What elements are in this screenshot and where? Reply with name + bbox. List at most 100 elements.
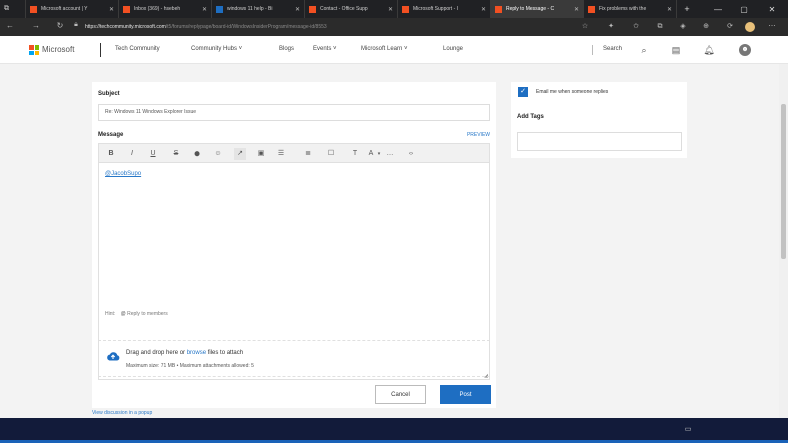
sync-icon[interactable]: ⟳ — [725, 22, 735, 32]
mention-at-icon: @ — [120, 311, 126, 317]
collections-icon[interactable]: ⧉ — [655, 22, 665, 32]
more-menu-icon[interactable]: ⋯ — [767, 22, 777, 32]
close-tab-icon[interactable]: ✕ — [481, 6, 486, 13]
attachment-dropzone[interactable]: Drag and drop here or browse files to at… — [98, 340, 490, 377]
user-avatar-icon[interactable]: ☻ — [739, 44, 751, 56]
close-tab-icon[interactable]: ✕ — [667, 6, 672, 13]
refresh-button[interactable]: ↻ — [54, 21, 66, 30]
back-button[interactable]: ← — [4, 21, 16, 30]
lock-icon: 🔒︎ — [74, 21, 78, 28]
more-options-icon[interactable]: … — [384, 148, 396, 160]
favorites-icon[interactable]: ✩ — [631, 22, 641, 32]
checkmark-icon: ✓ — [520, 88, 526, 95]
nav-blogs[interactable]: Blogs — [279, 46, 294, 52]
nav-microsoft-learn[interactable]: Microsoft Learn ˅ — [361, 46, 408, 52]
tab-favicon-icon — [123, 5, 130, 13]
tab-actions-button[interactable]: ⧉ — [0, 0, 26, 18]
tab-favicon-icon — [402, 5, 409, 13]
code-icon[interactable]: ‹› — [405, 148, 417, 160]
forward-button[interactable]: → — [30, 21, 42, 30]
browser-tab[interactable]: Microsoft Support - I ✕ — [398, 0, 491, 18]
nav-events[interactable]: Events ˅ — [313, 46, 337, 52]
email-me-label[interactable]: Email me when someone replies — [536, 89, 608, 95]
refresh-icon: ↻ — [56, 21, 64, 30]
bold-button[interactable]: B — [105, 148, 117, 160]
close-tab-icon[interactable]: ✕ — [388, 6, 393, 13]
new-tab-button[interactable]: + — [677, 0, 697, 18]
close-tab-icon[interactable]: ✕ — [574, 6, 579, 13]
close-window-button[interactable]: ✕ — [760, 0, 784, 18]
arrow-left-icon: ← — [6, 21, 14, 30]
close-tab-icon[interactable]: ✕ — [202, 6, 207, 13]
tab-favicon-icon — [216, 5, 223, 13]
drop-text-before: Drag and drop here or — [126, 350, 187, 356]
italic-button[interactable]: I — [126, 148, 138, 160]
tab-title: windows 11 help - Bi — [227, 6, 273, 12]
preview-link[interactable]: PREVIEW — [467, 132, 490, 138]
post-button[interactable]: Post — [440, 385, 491, 404]
browser-tab[interactable]: Fix problems with the ✕ — [584, 0, 677, 18]
subject-input[interactable]: Re: Windows 11 Windows Explorer Issue — [98, 104, 490, 121]
tab-actions-icon: ⧉ — [4, 5, 9, 12]
browser-tab-strip: ⧉ Microsoft account | Y ✕ Inbox (369) - hs… — [0, 0, 788, 18]
search-icon[interactable]: ⌕ — [638, 44, 650, 56]
insert-chart-icon[interactable]: ⬤ — [191, 148, 203, 160]
browser-tab[interactable]: Contact - Office Supp ✕ — [305, 0, 398, 18]
mention-link[interactable]: @JacobSupo — [105, 171, 141, 177]
email-me-checkbox[interactable]: ✓ — [518, 87, 528, 97]
attachment-limits: Maximum size: 71 MB • Maximum attachment… — [126, 363, 254, 369]
browser-tab[interactable]: Reply to Message - C ✕ — [491, 0, 584, 18]
arrow-right-icon: → — [32, 21, 40, 30]
tags-input[interactable] — [517, 132, 682, 151]
plus-icon: + — [684, 4, 690, 14]
link-icon[interactable]: ↗ — [234, 148, 246, 160]
tab-title: Fix problems with the — [599, 6, 647, 12]
insert-table-icon[interactable]: ☐ — [325, 148, 337, 160]
editor-toolbar: B I U S ⬤ ☺ ↗ ▣ ☰ ≣ ☐ T A ▾ … ‹› — [98, 143, 490, 163]
bell-icon[interactable]: 🔔︎ — [703, 44, 715, 56]
strikethrough-button[interactable]: S — [170, 148, 182, 160]
url-field[interactable]: https://techcommunity.microsoft.com/t5/f… — [85, 21, 565, 33]
site-header: Microsoft Tech Community Community Hubs … — [0, 36, 788, 64]
browser-tab[interactable]: Microsoft account | Y ✕ — [26, 0, 119, 18]
profile-avatar[interactable] — [745, 22, 755, 32]
scrollbar-thumb[interactable] — [781, 104, 786, 259]
emoji-icon[interactable]: ☺ — [212, 148, 224, 160]
nav-tech-community[interactable]: Tech Community — [115, 46, 160, 52]
shield-icon[interactable]: ◈ — [678, 22, 688, 32]
brand-name[interactable]: Microsoft — [42, 45, 74, 54]
close-tab-icon[interactable]: ✕ — [295, 6, 300, 13]
subject-label: Subject — [98, 91, 120, 97]
nav-community-hubs[interactable]: Community Hubs ˅ — [191, 46, 242, 52]
browser-tab[interactable]: Inbox (369) - hsebeh ✕ — [119, 0, 212, 18]
extension-icon[interactable]: ✦ — [606, 22, 616, 32]
document-icon[interactable]: ▤ — [670, 44, 682, 56]
nav-lounge[interactable]: Lounge — [443, 46, 463, 52]
url-host: https://techcommunity.microsoft.com — [85, 24, 166, 30]
message-label: Message — [98, 132, 124, 138]
tab-title: Inbox (369) - hsebeh — [134, 6, 181, 12]
microsoft-logo-icon[interactable] — [29, 45, 39, 55]
browser-tab[interactable]: windows 11 help - Bi ✕ — [212, 0, 305, 18]
align-icon[interactable]: ≣ — [302, 148, 314, 160]
view-popup-link[interactable]: View discussion in a popup — [92, 410, 152, 416]
drop-text-after: files to attach — [206, 350, 244, 356]
cancel-button[interactable]: Cancel — [375, 385, 426, 404]
insert-image-icon[interactable]: ▣ — [255, 148, 267, 160]
tab-title: Microsoft Support - I — [413, 6, 459, 12]
account-icon[interactable]: ⊕ — [701, 22, 711, 32]
hint-text: Reply to members — [127, 311, 168, 317]
browse-link[interactable]: browse — [187, 350, 206, 356]
page-scrollbar[interactable] — [779, 64, 788, 418]
battery-icon[interactable]: ▭ — [683, 426, 693, 434]
options-card: ✓ Email me when someone replies Add Tags — [511, 82, 687, 158]
star-icon[interactable]: ☆ — [580, 22, 590, 32]
close-tab-icon[interactable]: ✕ — [109, 6, 114, 13]
insert-list-icon[interactable]: ☰ — [275, 148, 287, 160]
text-style-icon[interactable]: T — [349, 148, 361, 160]
search-label[interactable]: Search — [603, 46, 622, 52]
tab-title: Reply to Message - C — [506, 6, 555, 12]
maximize-button[interactable]: ▢ — [732, 0, 756, 18]
minimize-button[interactable]: — — [706, 0, 730, 18]
underline-button[interactable]: U — [147, 148, 159, 160]
